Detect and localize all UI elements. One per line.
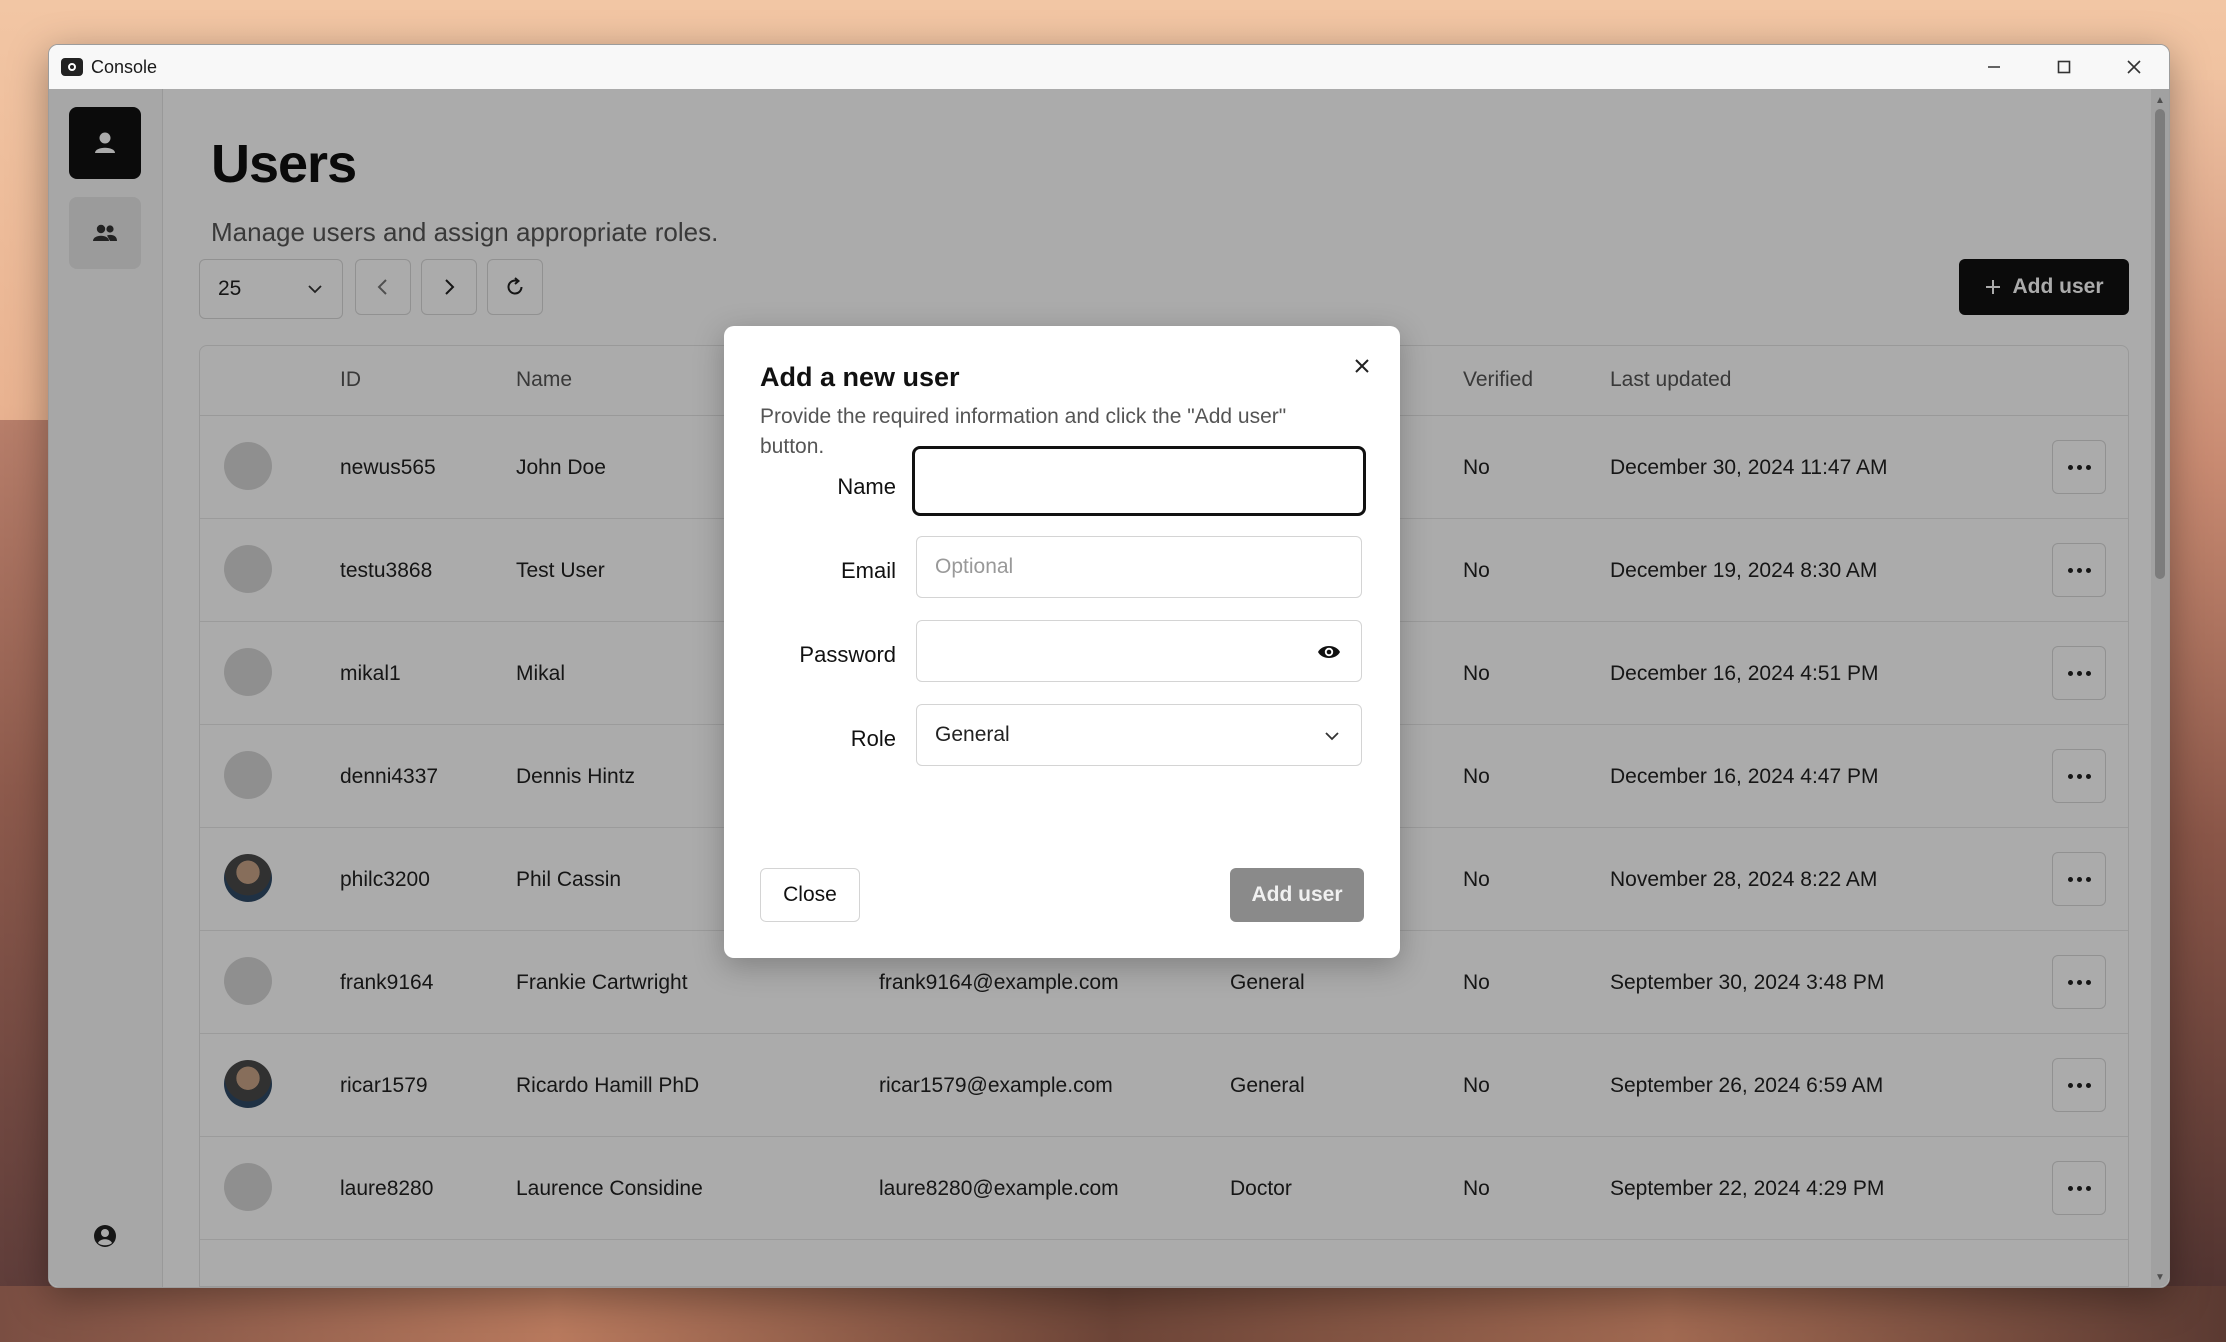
password-label: Password: [799, 642, 896, 667]
close-window-button[interactable]: [2099, 45, 2169, 89]
close-icon: [1355, 359, 1369, 373]
dialog-cancel-button[interactable]: Close: [760, 868, 860, 922]
password-input[interactable]: [916, 620, 1362, 682]
role-value: General: [935, 723, 1010, 746]
dialog-title: Add a new user: [760, 362, 960, 392]
window-controls: [1959, 45, 2169, 89]
eye-icon[interactable]: [1317, 641, 1341, 663]
add-user-dialog: Add a new user Provide the required info…: [724, 326, 1400, 958]
maximize-icon: [2057, 60, 2071, 74]
wallpaper-bottom: [0, 1286, 2226, 1342]
maximize-button[interactable]: [2029, 45, 2099, 89]
minimize-button[interactable]: [1959, 45, 2029, 89]
chevron-down-icon: [1325, 732, 1339, 741]
window-title: Console: [91, 56, 158, 77]
dialog-close-button[interactable]: [1350, 354, 1374, 378]
role-label: Role: [850, 726, 896, 751]
email-placeholder: Optional: [935, 555, 1014, 578]
email-input[interactable]: Optional: [916, 536, 1362, 598]
name-label: Name: [837, 474, 896, 499]
name-input[interactable]: [912, 446, 1366, 516]
title-bar: Console: [49, 45, 2169, 89]
role-select[interactable]: General: [916, 704, 1362, 766]
email-label: Email: [840, 558, 896, 583]
dialog-submit-button[interactable]: Add user: [1230, 868, 1364, 922]
close-icon: [2127, 60, 2141, 74]
wallpaper-right: [2166, 80, 2226, 1342]
app-logo-icon: [61, 58, 83, 76]
minimize-icon: [1988, 66, 2000, 68]
